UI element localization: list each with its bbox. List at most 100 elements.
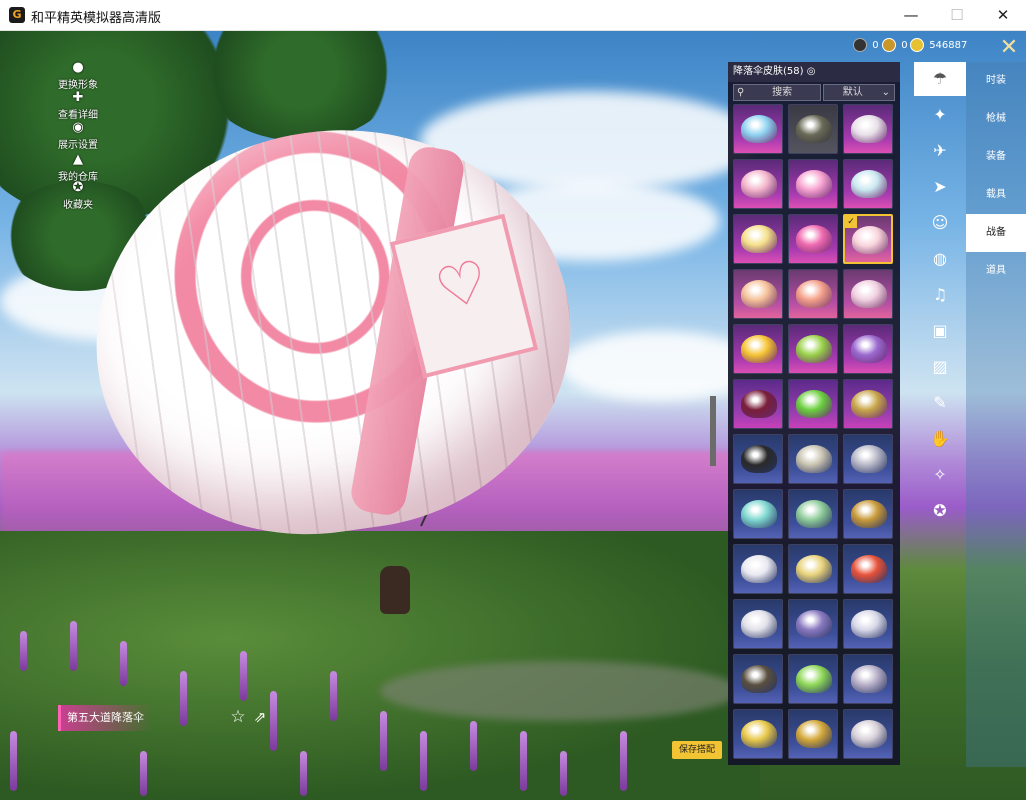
skin-slot[interactable] xyxy=(733,104,783,154)
skin-slot[interactable] xyxy=(788,159,838,209)
currency-3-value: 546887 xyxy=(929,40,968,51)
skin-slot[interactable] xyxy=(733,709,783,759)
parachute-thumbnail xyxy=(796,170,832,198)
skin-slot[interactable] xyxy=(788,379,838,429)
currency-2: 0 xyxy=(882,37,908,55)
display-settings-button[interactable]: ◉ 展示设置 xyxy=(52,120,104,151)
minimize-button[interactable]: — xyxy=(888,0,934,31)
parachute-thumbnail xyxy=(741,720,777,748)
skin-slot[interactable] xyxy=(733,599,783,649)
skin-slot[interactable] xyxy=(843,269,893,319)
tab-0[interactable]: 时装 xyxy=(966,62,1026,100)
favorites-button[interactable]: ✪ 收藏夹 xyxy=(52,180,104,211)
skin-slot[interactable] xyxy=(733,324,783,374)
skin-slot[interactable] xyxy=(788,269,838,319)
skin-slot[interactable] xyxy=(733,544,783,594)
parachute-thumbnail xyxy=(741,665,777,693)
lavender-flower xyxy=(10,731,17,791)
wand-icon[interactable]: ✧ xyxy=(914,458,966,492)
skin-slot[interactable] xyxy=(733,379,783,429)
skin-slot[interactable] xyxy=(788,709,838,759)
skin-slot[interactable] xyxy=(788,654,838,704)
tab-column: 时装 枪械 装备 载具 战备 道具 xyxy=(966,62,1026,767)
skin-slot[interactable] xyxy=(788,599,838,649)
skin-slot[interactable] xyxy=(788,544,838,594)
share-icon[interactable]: ⇗ xyxy=(250,707,270,727)
currency-1: 0 xyxy=(853,37,879,55)
parachute-thumbnail xyxy=(796,335,832,363)
skin-slot[interactable] xyxy=(733,434,783,484)
search-input[interactable]: ⚲ 搜索 xyxy=(733,84,821,101)
lavender-flower xyxy=(270,691,277,751)
save-outfit-button[interactable]: 保存搭配 xyxy=(672,741,722,759)
tab-5[interactable]: 道具 xyxy=(966,252,1026,290)
close-panel-button[interactable]: ✕ xyxy=(994,35,1024,61)
tab-3[interactable]: 载具 xyxy=(966,176,1026,214)
currency-1-value: 0 xyxy=(872,40,879,51)
skin-slot[interactable] xyxy=(788,104,838,154)
close-window-button[interactable]: ✕ xyxy=(980,0,1026,31)
hand-icon[interactable]: ✋ xyxy=(914,422,966,456)
skin-slot[interactable] xyxy=(733,269,783,319)
star-icon[interactable]: ✪ xyxy=(914,494,966,528)
skin-slot[interactable] xyxy=(788,489,838,539)
skin-slot[interactable]: ✓ xyxy=(843,214,893,264)
favorite-star-icon[interactable]: ☆ xyxy=(228,707,248,727)
emote-icon[interactable]: ☺ xyxy=(914,206,966,240)
voice-icon[interactable]: ♫ xyxy=(914,278,966,312)
skin-slot[interactable] xyxy=(788,434,838,484)
skin-slot[interactable] xyxy=(843,104,893,154)
skin-slot[interactable] xyxy=(843,709,893,759)
skin-slot[interactable] xyxy=(733,159,783,209)
skin-slot[interactable] xyxy=(843,489,893,539)
parachute-thumbnail xyxy=(796,555,832,583)
picture-icon[interactable]: ▨ xyxy=(914,350,966,384)
skin-slot[interactable] xyxy=(733,489,783,539)
tab-1[interactable]: 枪械 xyxy=(966,100,1026,138)
title-bar: G 和平精英模拟器高清版 — ☐ ✕ xyxy=(0,0,1026,31)
plane-icon[interactable]: ✈ xyxy=(914,134,966,168)
skin-slot[interactable] xyxy=(733,654,783,704)
warehouse-button[interactable]: ▲ 我的仓库 xyxy=(52,152,104,183)
bond-icon xyxy=(882,38,896,52)
change-appearance-button[interactable]: ● 更换形象 xyxy=(52,60,104,91)
player-character xyxy=(380,566,410,614)
tab-4[interactable]: 战备 xyxy=(966,214,1026,252)
windmill xyxy=(710,396,716,466)
parachute-thumbnail xyxy=(796,500,832,528)
parachute-thumbnail xyxy=(741,555,777,583)
pet-icon[interactable]: ✦ xyxy=(914,98,966,132)
skin-slot[interactable] xyxy=(788,214,838,264)
skin-slot[interactable] xyxy=(843,379,893,429)
skin-slot[interactable] xyxy=(843,599,893,649)
tab-2[interactable]: 装备 xyxy=(966,138,1026,176)
grenade-icon[interactable]: ◍ xyxy=(914,242,966,276)
view-details-button[interactable]: ✚ 查看详细 xyxy=(52,90,104,121)
eye-icon: ◎ xyxy=(806,66,816,77)
skin-slot[interactable] xyxy=(843,434,893,484)
skin-slot[interactable] xyxy=(843,324,893,374)
dirt-path xyxy=(380,661,740,721)
maximize-button[interactable]: ☐ xyxy=(934,0,980,31)
skin-slot[interactable] xyxy=(843,544,893,594)
sort-dropdown[interactable]: 默认 ⌄ xyxy=(823,84,895,101)
side-item-label: 收藏夹 xyxy=(63,200,93,211)
parachute-skin-panel: 降落伞皮肤(58) ◎ ⚲ 搜索 默认 ⌄ ✓ xyxy=(728,62,900,765)
skin-slot[interactable] xyxy=(788,324,838,374)
parachute-thumbnail xyxy=(741,500,777,528)
parachute-icon[interactable]: ☂ xyxy=(914,62,966,96)
skin-slot[interactable] xyxy=(733,214,783,264)
chevron-down-icon: ⌄ xyxy=(881,87,890,98)
spray-icon[interactable]: ✎ xyxy=(914,386,966,420)
currency-3: 546887 xyxy=(910,37,967,55)
parachute-thumbnail xyxy=(796,610,832,638)
parachute-thumbnail xyxy=(741,115,777,143)
parachute-thumbnail xyxy=(741,335,777,363)
vehicle-icon[interactable]: ➤ xyxy=(914,170,966,204)
lavender-flower xyxy=(620,731,627,791)
parachute-thumbnail xyxy=(852,226,888,254)
lavender-flower xyxy=(470,721,477,771)
skin-slot[interactable] xyxy=(843,654,893,704)
skin-slot[interactable] xyxy=(843,159,893,209)
box-icon[interactable]: ▣ xyxy=(914,314,966,348)
